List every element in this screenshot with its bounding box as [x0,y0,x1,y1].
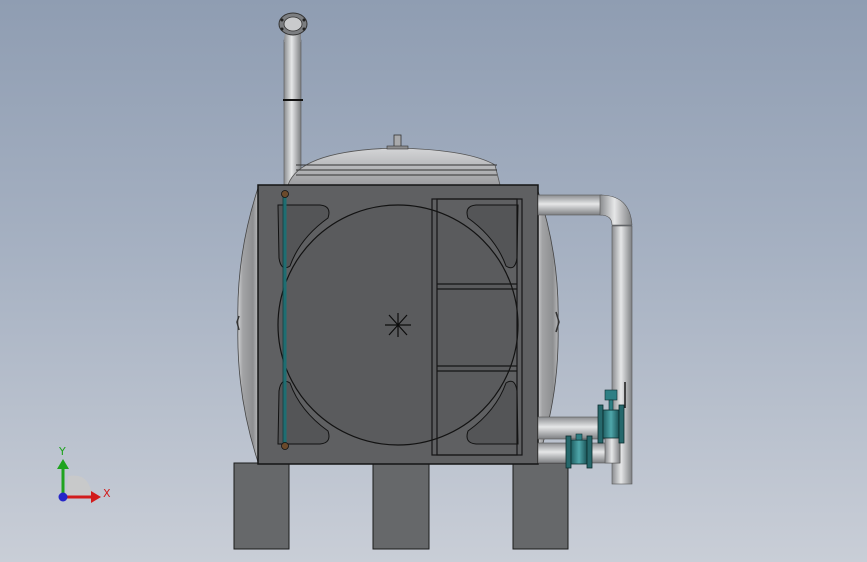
valve-lower [565,433,593,469]
support-block-right [512,462,569,550]
support-block-middle [372,462,430,550]
vent-pipe [278,12,308,191]
coordinate-triad: Y X [57,445,111,503]
triad-z-origin [58,492,68,502]
triad-x-label: X [103,487,111,500]
triad-x-arrow [91,491,101,503]
triad-rotation-arc [66,475,92,497]
triad-y-arrow [57,459,69,469]
tank-front-panel [257,184,539,465]
tank-dome [287,134,501,186]
vent-flange [278,12,308,36]
tank-model-drawing: Y X [57,12,633,550]
dome-top-nozzle [393,134,402,148]
cad-viewport[interactable]: Y X [0,0,867,562]
support-block-left [233,462,290,550]
base-supports [233,462,569,550]
triad-y-label: Y [58,445,66,458]
